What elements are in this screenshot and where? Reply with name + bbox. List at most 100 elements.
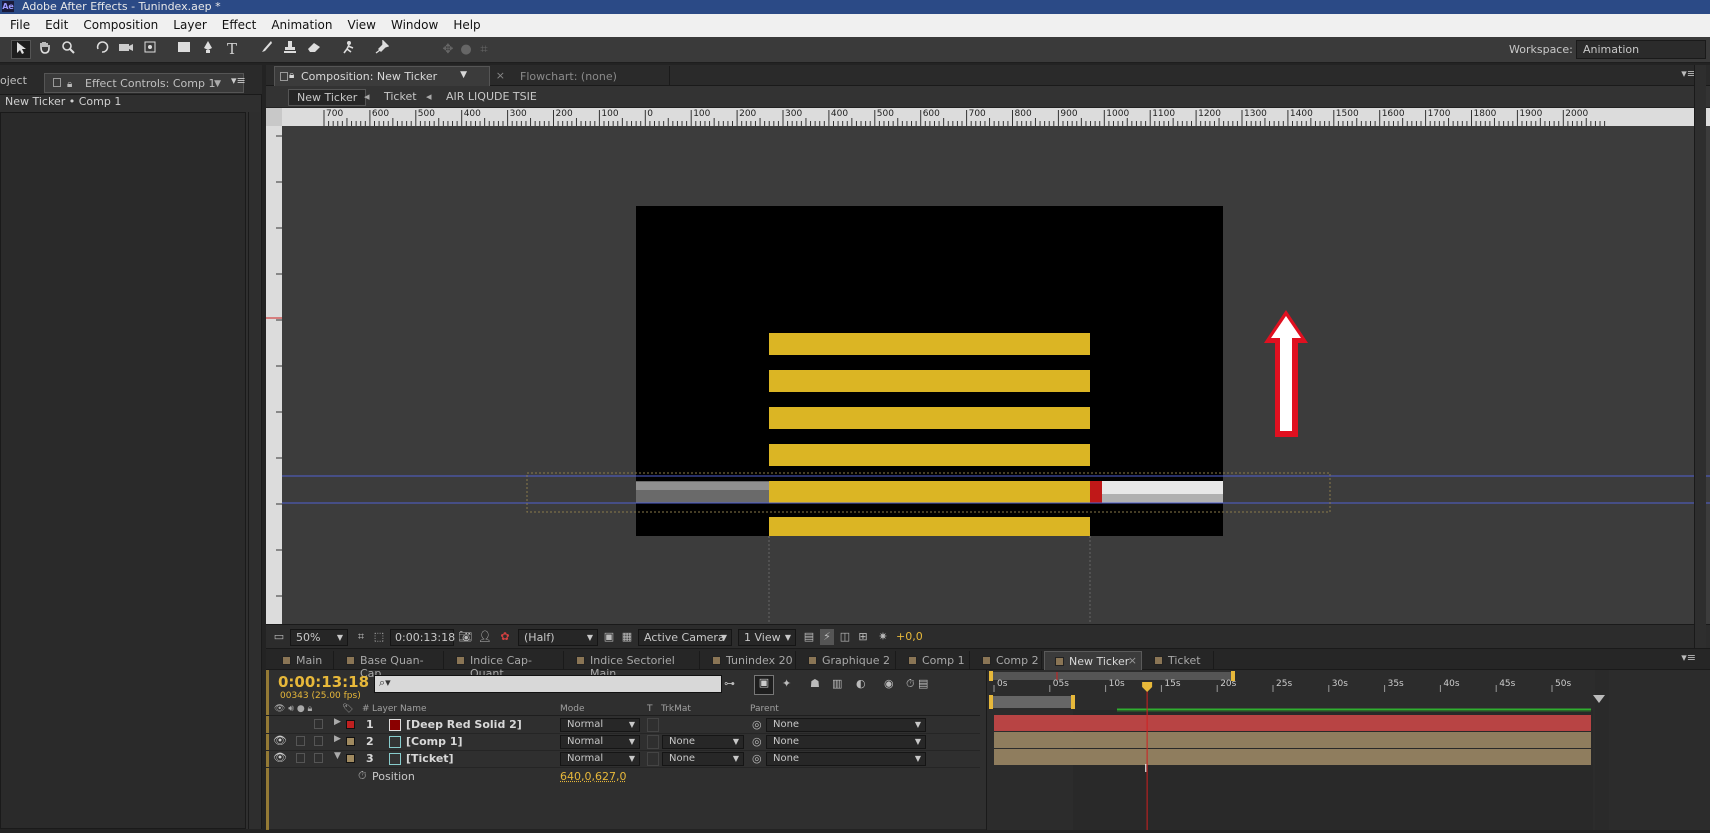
- close-icon[interactable]: ×: [496, 69, 505, 82]
- label-color-swatch[interactable]: [346, 720, 355, 729]
- col-parent[interactable]: Parent: [750, 704, 779, 714]
- breadcrumb-air-liquide[interactable]: AIR LIQUDE TSIE: [438, 89, 545, 106]
- parent-select[interactable]: None ▼: [766, 735, 926, 749]
- safe-zones-icon[interactable]: ⌗: [354, 629, 368, 645]
- toggle-pixel-aspect-icon[interactable]: ▤: [802, 629, 816, 645]
- flowchart-icon[interactable]: ⊞: [856, 629, 870, 645]
- mode-select[interactable]: Normal ▼: [560, 718, 640, 732]
- lock-icon[interactable]: 🔒︎: [67, 77, 72, 93]
- show-snapshot-icon[interactable]: 👤︎: [478, 629, 492, 645]
- draft-3d-icon[interactable]: ✦: [782, 677, 791, 690]
- live-update-icon[interactable]: ▣: [754, 675, 774, 695]
- preserve-transparency-toggle[interactable]: [647, 718, 659, 732]
- layer-2-bar[interactable]: [994, 732, 1591, 748]
- region-of-interest-icon[interactable]: ▣: [602, 629, 616, 645]
- current-time-field[interactable]: 0:00:13:18: [390, 629, 454, 646]
- layer-row[interactable]: 👁︎ ▶ 2 [Comp 1] Normal ▼ None ▼ ◎ None ▼: [266, 734, 980, 751]
- solo-toggle[interactable]: [296, 736, 305, 746]
- tab-project[interactable]: oject: [0, 73, 27, 93]
- ticker-red-marker[interactable]: [1090, 481, 1102, 503]
- always-preview-icon[interactable]: ▭: [272, 629, 286, 645]
- close-icon[interactable]: ×: [1128, 654, 1137, 667]
- comp-canvas[interactable]: [282, 126, 1710, 624]
- text-tool-icon[interactable]: T: [222, 40, 242, 59]
- menu-animation[interactable]: Animation: [261, 14, 337, 33]
- panel-menu-icon[interactable]: ▾≡: [231, 73, 246, 93]
- tab-comp-1[interactable]: Comp 1: [898, 651, 970, 670]
- menu-effect[interactable]: Effect: [212, 14, 262, 33]
- puppet-pin-tool-icon[interactable]: [372, 40, 392, 59]
- col-t[interactable]: T: [647, 704, 653, 714]
- layer-name[interactable]: [Deep Red Solid 2]: [406, 718, 522, 731]
- visibility-eye-icon[interactable]: 👁︎: [273, 734, 287, 747]
- pen-tool-icon[interactable]: [198, 40, 218, 59]
- menu-file[interactable]: File: [0, 14, 35, 33]
- motion-blur-icon[interactable]: ◐: [856, 677, 866, 690]
- magnification-select[interactable]: 50% ▼: [290, 629, 348, 646]
- clone-stamp-tool-icon[interactable]: [280, 40, 300, 59]
- lock-icon[interactable]: 🔒︎: [289, 70, 294, 81]
- tab-graphique-2[interactable]: Graphique 2: [798, 651, 896, 670]
- work-area-end[interactable]: [1071, 695, 1075, 709]
- pick-whip-icon[interactable]: ◎: [752, 718, 762, 731]
- rotation-tool-icon[interactable]: [92, 40, 112, 59]
- label-column-icon[interactable]: 🏷︎: [342, 704, 353, 714]
- preserve-transparency-toggle[interactable]: [647, 735, 659, 749]
- tab-ticket[interactable]: Ticket: [1144, 651, 1214, 670]
- timeline-graph[interactable]: 0s 05s 10s 15s 20s 25s 30s 35s 40s 45s 50s I: [986, 670, 1710, 830]
- tab-comp-2[interactable]: Comp 2: [972, 651, 1042, 670]
- left-panel-scrollbar[interactable]: [248, 112, 260, 829]
- menu-composition[interactable]: Composition: [73, 14, 163, 33]
- tab-effect-controls[interactable]: Effect Controls: Comp 1 🔒︎ ▼: [44, 73, 244, 93]
- label-color-swatch[interactable]: [346, 754, 355, 763]
- ticker-bar[interactable]: [769, 407, 1090, 429]
- position-value[interactable]: 640,0,627,0: [560, 770, 626, 783]
- ticker-bar[interactable]: [769, 333, 1090, 355]
- exposure-icon[interactable]: ✷: [876, 629, 890, 645]
- fast-previews-icon[interactable]: ⚡︎: [820, 629, 834, 645]
- tab-new-ticker[interactable]: New Ticker ×: [1044, 651, 1142, 670]
- layer-3-bar[interactable]: [994, 749, 1591, 765]
- comp-mini-flowchart-icon[interactable]: ⊶: [724, 677, 735, 690]
- work-area-bar[interactable]: [989, 696, 1073, 708]
- ticker-bar[interactable]: [769, 370, 1090, 392]
- ticker-bar[interactable]: [769, 517, 1090, 536]
- auto-keyframe-icon[interactable]: ⏱: [906, 677, 915, 691]
- tab-indice-sectoriel-main[interactable]: Indice Sectoriel Main: [566, 651, 700, 670]
- tab-tunindex-20[interactable]: Tunindex 20: [702, 651, 796, 670]
- panel-dropdown-icon[interactable]: ▼: [214, 76, 221, 92]
- av-features-icon[interactable]: 👁︎ 🔊︎ ● 🔒︎: [274, 704, 312, 714]
- layer-name[interactable]: [Ticket]: [406, 752, 454, 765]
- view-layout-select[interactable]: 1 View ▼: [738, 629, 796, 646]
- label-color-swatch[interactable]: [346, 737, 355, 746]
- time-navigator-start[interactable]: [989, 671, 993, 681]
- lock-toggle[interactable]: [314, 736, 323, 746]
- visibility-eye-icon[interactable]: 👁︎: [273, 751, 287, 764]
- roto-brush-tool-icon[interactable]: [338, 40, 358, 59]
- stopwatch-icon[interactable]: ⏱: [358, 769, 367, 783]
- color-channels-icon[interactable]: ✿: [498, 629, 512, 645]
- preserve-transparency-toggle[interactable]: [647, 752, 659, 766]
- menu-window[interactable]: Window: [381, 14, 443, 33]
- expand-arrow-icon[interactable]: ▶: [334, 734, 341, 744]
- graph-editor-icon[interactable]: ▤: [918, 677, 928, 690]
- timeline-icon[interactable]: ◫: [838, 629, 852, 645]
- ticker-bar[interactable]: [769, 444, 1090, 466]
- tab-indice-cap-quant[interactable]: Indice Cap-Quant: [446, 651, 564, 670]
- workspace-select[interactable]: Animation: [1576, 40, 1706, 59]
- solo-toggle[interactable]: [296, 753, 305, 763]
- menu-layer[interactable]: Layer: [163, 14, 211, 33]
- zoom-tool-icon[interactable]: [58, 40, 78, 59]
- collapse-arrow-icon[interactable]: ▼: [334, 751, 341, 761]
- mask-visibility-icon[interactable]: ⬚: [372, 629, 386, 645]
- snapshot-camera-icon[interactable]: 📷︎: [458, 629, 472, 645]
- layer-1-bar[interactable]: [994, 715, 1591, 731]
- pick-whip-icon[interactable]: ◎: [752, 752, 762, 765]
- menu-edit[interactable]: Edit: [35, 14, 73, 33]
- parent-select[interactable]: None ▼: [766, 752, 926, 766]
- brainstorm-icon[interactable]: ◉: [884, 677, 894, 690]
- transparency-grid-icon[interactable]: ▦: [620, 629, 634, 645]
- panel-menu-icon[interactable]: ▾≡: [1681, 651, 1696, 664]
- comp-panel-scrollbar[interactable]: [1694, 65, 1706, 648]
- tab-flowchart[interactable]: Flowchart: (none): [510, 66, 670, 86]
